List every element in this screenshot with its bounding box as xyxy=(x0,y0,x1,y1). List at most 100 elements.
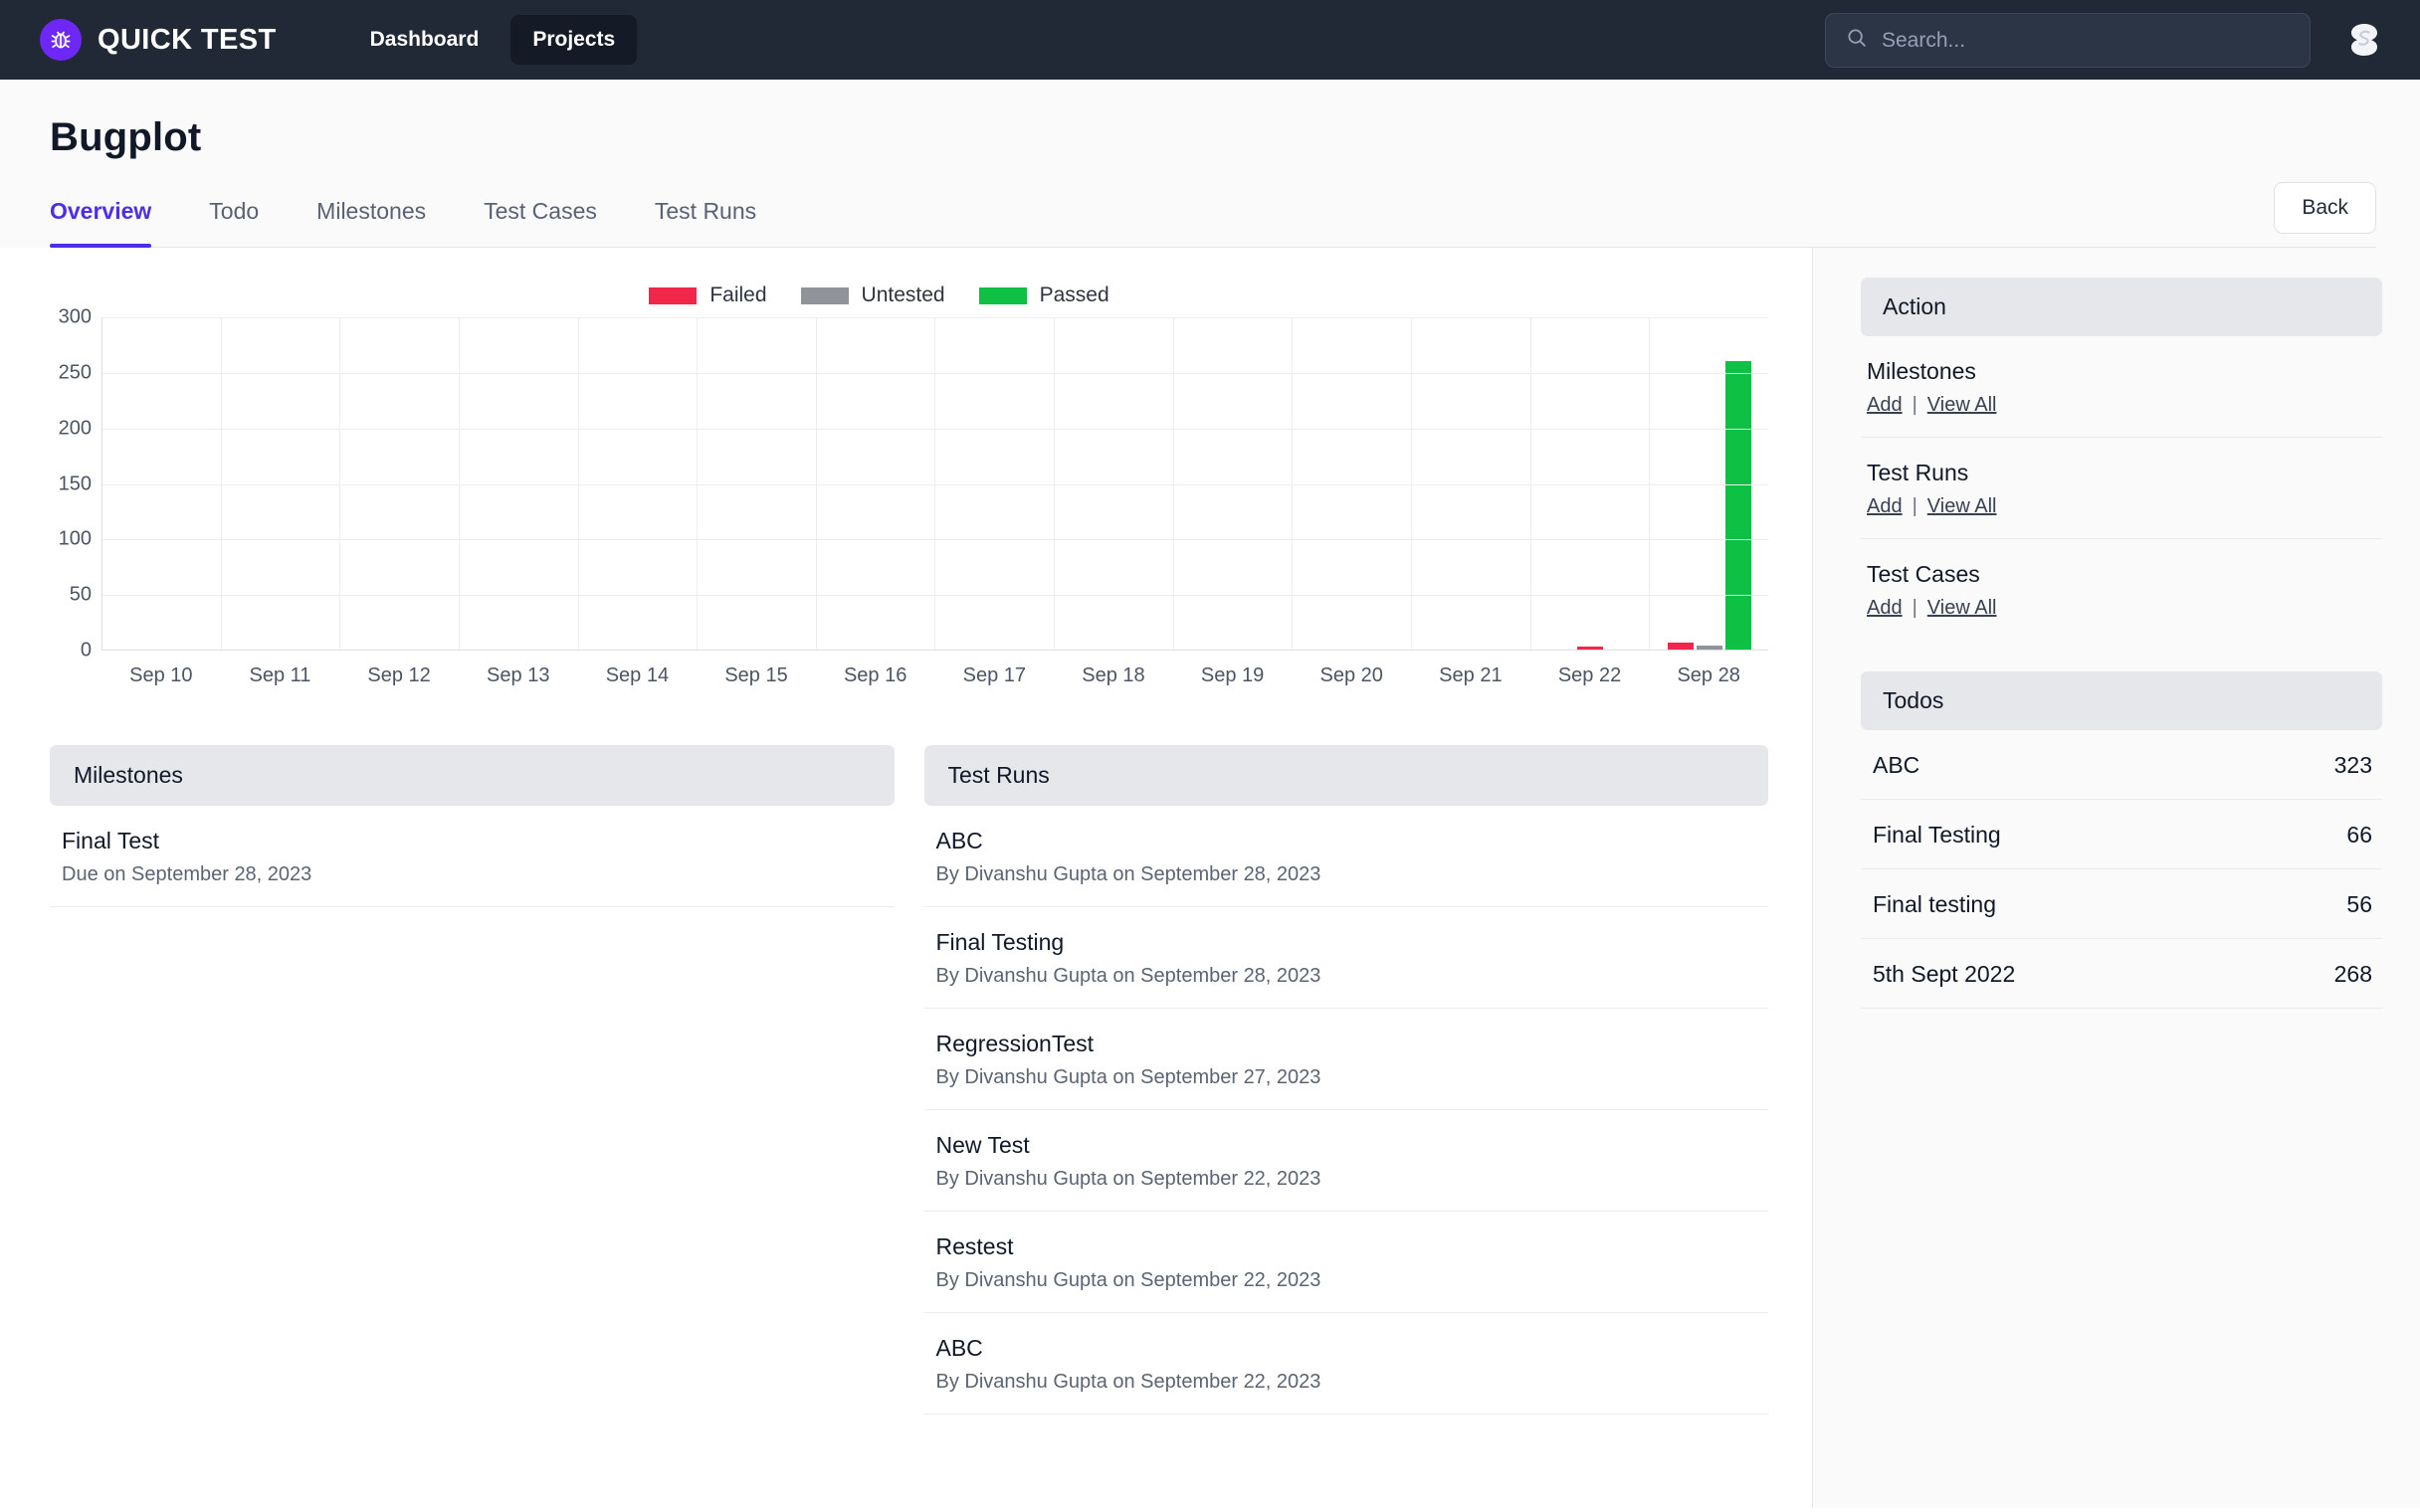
add-link[interactable]: Add xyxy=(1867,394,1903,417)
tab-bar: Overview Todo Milestones Test Cases Test… xyxy=(50,198,2376,248)
legend-item-untested[interactable]: Untested xyxy=(800,284,945,307)
todo-count: 66 xyxy=(2346,822,2372,848)
view-all-link[interactable]: View All xyxy=(1927,495,1997,518)
todo-count: 323 xyxy=(2333,752,2372,778)
lower-panels: Milestones Final Test Due on September 28… xyxy=(0,687,1812,1415)
row-title: Final Testing xyxy=(935,929,1065,955)
action-group-test-cases: Test Cases Add | View All xyxy=(1861,539,2382,640)
x-axis-tick: Sep 20 xyxy=(1319,664,1383,686)
action-group-milestones: Milestones Add | View All xyxy=(1861,336,2382,438)
todo-list-item[interactable]: Final testing 56 xyxy=(1861,869,2382,939)
gridline xyxy=(102,428,1768,430)
test-run-list-item[interactable]: ABC By Divanshu Gupta on September 22, 20… xyxy=(923,1313,1768,1415)
legend-swatch-untested xyxy=(800,286,849,304)
x-axis-tick: Sep 28 xyxy=(1677,664,1740,686)
top-navigation-bar: QUICK TEST Dashboard Projects xyxy=(0,0,2420,80)
gridline xyxy=(102,539,1768,541)
tab-test-cases[interactable]: Test Cases xyxy=(484,198,597,247)
action-panel-header: Action xyxy=(1861,278,2382,336)
page-header: Bugplot Back Overview Todo Milestones Te… xyxy=(0,80,2420,248)
row-subtitle: By Divanshu Gupta on September 27, 2023 xyxy=(935,1066,1321,1088)
gridline xyxy=(102,372,1768,374)
nav-link-projects[interactable]: Projects xyxy=(510,15,638,65)
link-separator: | xyxy=(1912,597,1917,619)
chart-legend: Failed Untested Passed xyxy=(0,284,1768,307)
search-bar[interactable] xyxy=(1825,13,2311,68)
y-axis: 300 250 200 150 100 50 0 xyxy=(50,306,101,662)
x-axis-tick: Sep 12 xyxy=(367,664,431,686)
row-title: Final Test xyxy=(62,828,160,853)
test-run-list-item[interactable]: Restest By Divanshu Gupta on September 22… xyxy=(923,1212,1768,1313)
test-runs-panel-header: Test Runs xyxy=(923,745,1768,806)
bar-failed[interactable] xyxy=(1577,646,1603,650)
status-bar-chart: Failed Untested Passed 300 250 200 150 100 50 0 … xyxy=(0,248,1812,687)
nav-link-dashboard[interactable]: Dashboard xyxy=(348,15,502,65)
action-group-test-runs: Test Runs Add | View All xyxy=(1861,438,2382,539)
chart-plot-area: 300 250 200 150 100 50 0 xyxy=(50,306,1768,662)
legend-swatch-passed xyxy=(978,286,1027,304)
page-body: Failed Untested Passed 300 250 200 150 100 50 0 … xyxy=(0,248,2420,1508)
todo-list-item[interactable]: ABC 323 xyxy=(1861,730,2382,800)
x-axis-tick: Sep 21 xyxy=(1439,664,1503,686)
brand-name: QUICK TEST xyxy=(98,23,277,56)
bar-failed[interactable] xyxy=(1667,643,1694,650)
link-separator: | xyxy=(1912,495,1917,517)
test-run-list-item[interactable]: RegressionTest By Divanshu Gupta on Septe… xyxy=(923,1009,1768,1110)
tab-test-runs[interactable]: Test Runs xyxy=(655,198,756,247)
row-title: New Test xyxy=(935,1132,1030,1158)
milestones-panel: Milestones Final Test Due on September 28… xyxy=(50,745,895,1415)
row-subtitle: By Divanshu Gupta on September 22, 2023 xyxy=(935,1269,1321,1291)
todos-panel-header: Todos xyxy=(1861,671,2382,730)
y-axis-tick: 300 xyxy=(58,305,92,328)
action-group-title: Test Runs xyxy=(1867,460,1969,485)
view-all-link[interactable]: View All xyxy=(1927,394,1997,417)
gridline xyxy=(102,483,1768,485)
search-input[interactable] xyxy=(1882,28,2290,53)
test-run-list-item[interactable]: New Test By Divanshu Gupta on September 2… xyxy=(923,1110,1768,1212)
milestones-panel-header: Milestones xyxy=(50,745,895,806)
legend-item-passed[interactable]: Passed xyxy=(978,284,1109,307)
y-axis-tick: 150 xyxy=(58,472,92,494)
x-axis-tick: Sep 17 xyxy=(962,664,1026,686)
page-title: Bugplot xyxy=(50,115,202,159)
row-title: ABC xyxy=(935,828,983,853)
todo-label: Final Testing xyxy=(1873,822,2001,848)
x-axis-labels: Sep 10 Sep 11 Sep 12 Sep 13 Sep 14 Sep 15 Sep … xyxy=(101,664,1768,687)
todo-count: 56 xyxy=(2346,891,2372,917)
back-button[interactable]: Back xyxy=(2274,182,2376,234)
gridline xyxy=(102,595,1768,597)
todo-label: ABC xyxy=(1873,752,1920,778)
row-subtitle: By Divanshu Gupta on September 22, 2023 xyxy=(935,1168,1321,1190)
add-link[interactable]: Add xyxy=(1867,495,1903,518)
row-title: ABC xyxy=(935,1335,983,1361)
legend-item-failed[interactable]: Failed xyxy=(649,284,767,307)
tab-todo[interactable]: Todo xyxy=(209,198,259,247)
row-subtitle: By Divanshu Gupta on September 28, 2023 xyxy=(935,965,1321,987)
view-all-link[interactable]: View All xyxy=(1927,597,1997,620)
main-column: Failed Untested Passed 300 250 200 150 100 50 0 … xyxy=(0,248,1813,1508)
test-run-list-item[interactable]: Final Testing By Divanshu Gupta on Septem… xyxy=(923,907,1768,1009)
x-axis-tick: Sep 11 xyxy=(249,664,311,686)
link-separator: | xyxy=(1912,394,1917,416)
todo-count: 268 xyxy=(2333,961,2372,987)
brand[interactable]: QUICK TEST xyxy=(40,19,277,61)
user-avatar[interactable] xyxy=(2338,14,2390,66)
y-axis-tick: 200 xyxy=(58,417,92,440)
test-run-list-item[interactable]: ABC By Divanshu Gupta on September 28, 20… xyxy=(923,806,1768,907)
add-link[interactable]: Add xyxy=(1867,597,1903,620)
todo-list-item[interactable]: Final Testing 66 xyxy=(1861,800,2382,869)
tab-overview[interactable]: Overview xyxy=(50,198,152,248)
test-runs-panel: Test Runs ABC By Divanshu Gupta on Septem… xyxy=(923,745,1768,1415)
bar-untested[interactable] xyxy=(1696,645,1722,650)
milestone-list-item[interactable]: Final Test Due on September 28, 2023 xyxy=(50,806,895,907)
sidebar: Action Milestones Add | View All Test Runs Ad… xyxy=(1813,248,2420,1508)
tab-milestones[interactable]: Milestones xyxy=(316,198,426,247)
gridline xyxy=(102,317,1768,318)
bug-icon xyxy=(40,19,82,61)
todo-label: Final testing xyxy=(1873,891,1997,917)
x-axis-tick: Sep 19 xyxy=(1200,664,1265,686)
x-axis-tick: Sep 16 xyxy=(843,664,908,686)
row-subtitle: Due on September 28, 2023 xyxy=(62,863,312,885)
bar-passed[interactable] xyxy=(1724,360,1751,650)
todo-list-item[interactable]: 5th Sept 2022 268 xyxy=(1861,939,2382,1009)
